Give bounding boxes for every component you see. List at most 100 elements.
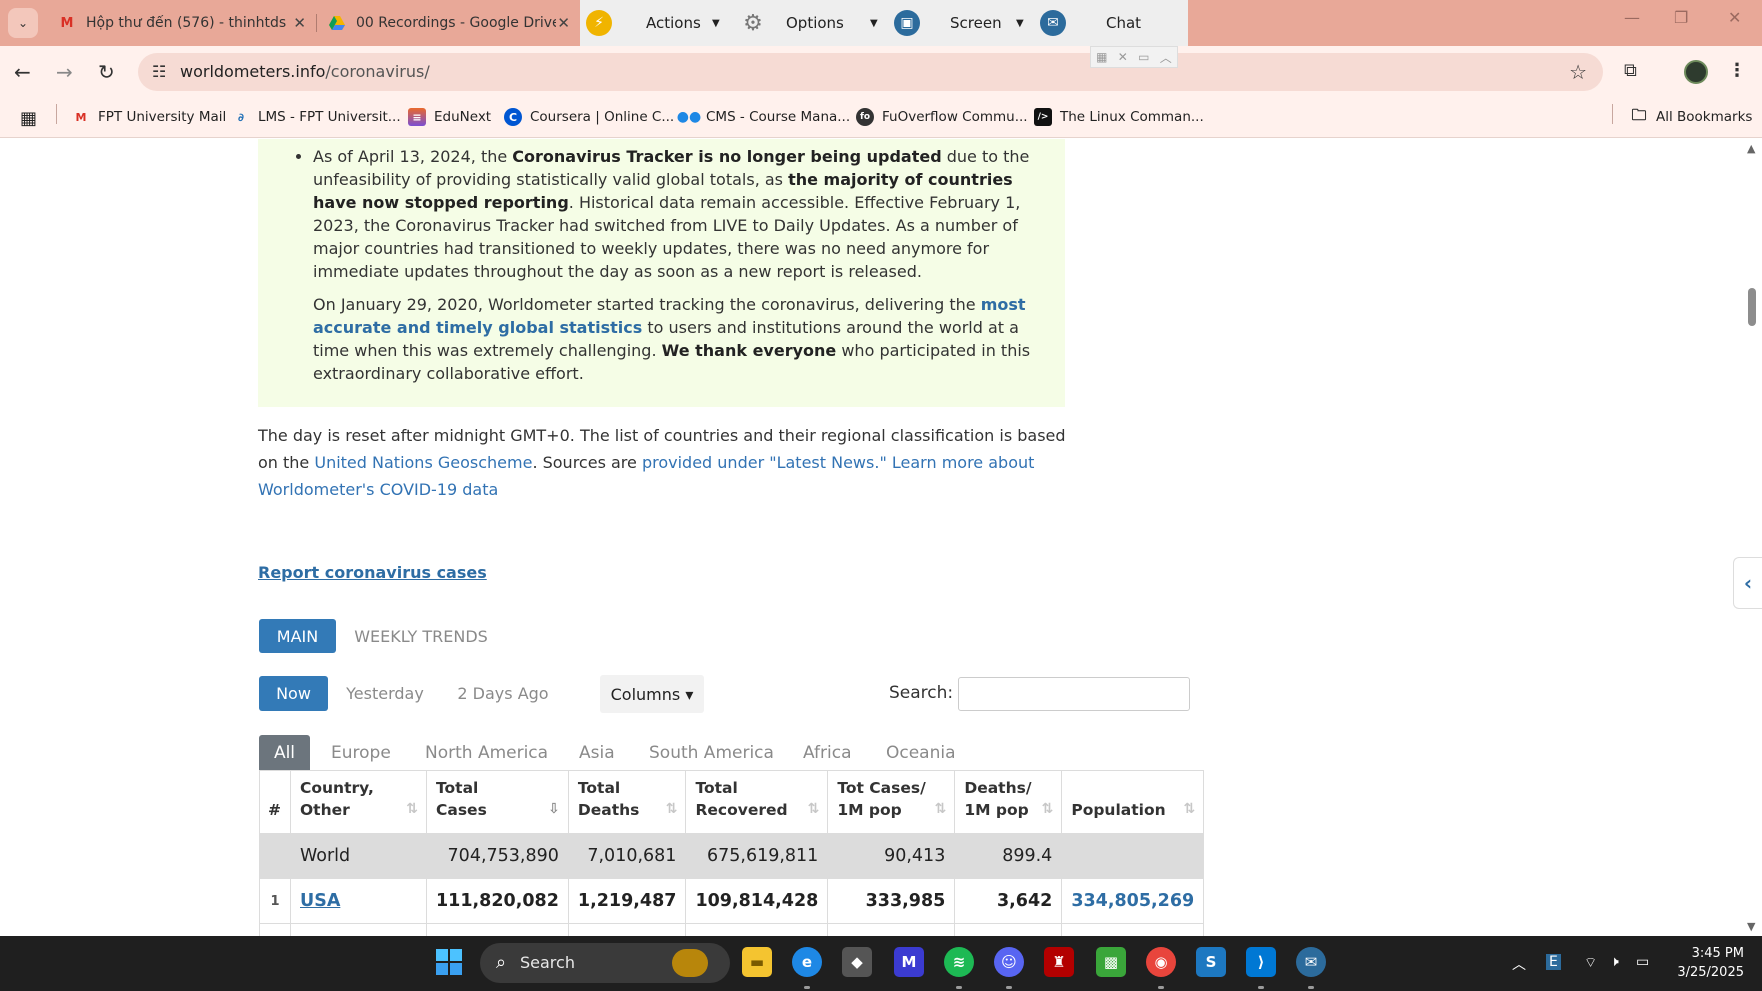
minimize-icon[interactable]: — bbox=[1624, 8, 1640, 27]
remote-desktop-icon[interactable]: ✉ bbox=[1296, 947, 1326, 977]
close-tab-icon[interactable]: ✕ bbox=[293, 14, 306, 32]
header-total-deaths[interactable]: Total Deaths ⇅ bbox=[567, 770, 687, 834]
battery-icon[interactable]: ▭ bbox=[1636, 954, 1649, 970]
region-tab-asia[interactable]: Asia bbox=[579, 735, 615, 771]
bookmark-fpt-mail[interactable]: M FPT University Mail bbox=[72, 108, 227, 126]
tab-yesterday[interactable]: Yesterday bbox=[338, 676, 432, 711]
all-bookmarks-folder[interactable]: 🗀 All Bookmarks bbox=[1630, 106, 1752, 126]
taskbar-clock[interactable]: 3:45 PM 3/25/2025 bbox=[1662, 944, 1744, 982]
reload-icon[interactable]: ↻ bbox=[98, 60, 115, 84]
region-tab-all[interactable]: All bbox=[259, 735, 310, 771]
bookmark-cms[interactable]: ●● CMS - Course Mana... bbox=[677, 108, 850, 126]
monitor-icon[interactable]: ▭ bbox=[1138, 50, 1149, 64]
back-arrow-icon[interactable]: ← bbox=[14, 60, 31, 84]
region-tab-africa[interactable]: Africa bbox=[803, 735, 852, 771]
taskbar-search[interactable]: ⌕ Search bbox=[480, 943, 730, 983]
tab-search-button[interactable]: ⌄ bbox=[8, 8, 38, 38]
windows-start-icon[interactable] bbox=[434, 947, 464, 977]
forward-arrow-icon[interactable]: → bbox=[56, 60, 73, 84]
tab-2-days-ago[interactable]: 2 Days Ago bbox=[446, 676, 560, 711]
bookmark-lms[interactable]: ∂ LMS - FPT Universit... bbox=[232, 108, 401, 126]
unity-icon[interactable]: ◆ bbox=[842, 947, 872, 977]
cell-population[interactable]: 334,805,269 bbox=[1061, 878, 1205, 924]
region-tab-north-america[interactable]: North America bbox=[425, 735, 548, 771]
wifi-icon[interactable]: ⌔ bbox=[1584, 954, 1597, 972]
close-window-icon[interactable]: ✕ bbox=[1728, 8, 1741, 27]
volume-muted-icon[interactable]: 🕨 bbox=[1610, 954, 1619, 970]
apps-grid-icon[interactable]: ▦ bbox=[20, 108, 37, 129]
spotify-icon[interactable]: ≋ bbox=[944, 947, 974, 977]
options-menu[interactable]: ⚙ Options ▼ bbox=[740, 0, 894, 46]
tray-app-icon[interactable]: E bbox=[1546, 954, 1561, 970]
tab-google-drive[interactable]: 00 Recordings - Google Drive ✕ bbox=[318, 6, 580, 40]
tab-main[interactable]: MAIN bbox=[259, 619, 336, 653]
scroll-down-arrow-icon[interactable]: ▼ bbox=[1747, 920, 1755, 933]
app-s-icon[interactable]: S bbox=[1196, 947, 1226, 977]
country-link[interactable]: USA bbox=[300, 891, 340, 911]
header-population[interactable]: Population ⇅ bbox=[1061, 770, 1205, 834]
columns-dropdown[interactable]: Columns ▾ bbox=[600, 675, 704, 713]
table-search-input[interactable] bbox=[958, 677, 1190, 711]
address-bar[interactable]: ☷ worldometers.info/coronavirus/ ☆ bbox=[138, 53, 1603, 91]
bookmark-fuoverflow[interactable]: fo FuOverflow Commu... bbox=[856, 108, 1028, 126]
cell-total-deaths: 7,010,681 bbox=[567, 833, 687, 879]
browser-menu-icon[interactable]: ⋮ bbox=[1728, 60, 1746, 81]
dropdown-arrow-icon: ▼ bbox=[870, 17, 878, 29]
collapse-icon[interactable]: ✕ bbox=[1118, 50, 1128, 64]
tab-weekly-trends[interactable]: WEEKLY TRENDS bbox=[346, 619, 496, 653]
site-settings-icon[interactable]: ☷ bbox=[152, 62, 166, 81]
vscode-icon[interactable]: ⟩ bbox=[1246, 947, 1276, 977]
chevron-left-icon: ‹ bbox=[1743, 571, 1753, 595]
page-scrollbar[interactable] bbox=[1744, 139, 1762, 936]
header-rank[interactable]: # bbox=[259, 770, 291, 834]
screen-menu[interactable]: ▣ Screen ▼ bbox=[894, 0, 1040, 46]
edge-browser-icon[interactable]: e bbox=[792, 947, 822, 977]
actions-menu[interactable]: ⚡ Actions ▼ bbox=[580, 0, 740, 46]
extensions-puzzle-icon[interactable]: ⧉ bbox=[1624, 60, 1637, 81]
coursera-icon: C bbox=[504, 108, 522, 126]
discord-icon[interactable]: ☺ bbox=[994, 947, 1024, 977]
app-m-icon[interactable]: M bbox=[894, 947, 924, 977]
table-row bbox=[259, 923, 1205, 936]
browser-tab-strip: ⌄ M Hộp thư đến (576) - thinhtdse1 ✕ 00 … bbox=[0, 0, 1762, 46]
profile-avatar[interactable] bbox=[1684, 60, 1708, 84]
chevron-down-icon: ⌄ bbox=[17, 16, 29, 30]
bookmark-coursera[interactable]: C Coursera | Online C... bbox=[504, 108, 674, 126]
screen-icon: ▣ bbox=[894, 10, 920, 36]
bookmark-linux-command[interactable]: /> The Linux Comman... bbox=[1034, 108, 1204, 126]
header-cases-per-1m[interactable]: Tot Cases/1M pop ⇅ bbox=[827, 770, 956, 834]
region-tab-europe[interactable]: Europe bbox=[331, 735, 391, 771]
table-row: 1 USA 111,820,082 1,219,487 109,814,428 … bbox=[259, 878, 1205, 924]
region-tab-oceania[interactable]: Oceania bbox=[886, 735, 956, 771]
latest-news-link[interactable]: provided under "Latest News." bbox=[642, 453, 887, 472]
url-text[interactable]: worldometers.info/coronavirus/ bbox=[180, 62, 430, 81]
game-app-icon[interactable]: ♜ bbox=[1044, 947, 1074, 977]
table-row-world: World 704,753,890 7,010,681 675,619,811 … bbox=[259, 833, 1205, 879]
header-country[interactable]: Country, Other ⇅ bbox=[290, 770, 427, 834]
tray-chevron-up-icon[interactable]: ︿ bbox=[1512, 954, 1526, 974]
header-deaths-per-1m[interactable]: Deaths/1M pop ⇅ bbox=[954, 770, 1063, 834]
side-panel-toggle[interactable]: ‹ bbox=[1733, 557, 1762, 609]
header-total-recovered[interactable]: Total Recovered ⇅ bbox=[685, 770, 829, 834]
scrollbar-thumb[interactable] bbox=[1748, 288, 1756, 326]
cell-total-cases: 704,753,890 bbox=[426, 833, 569, 879]
chevron-up-icon[interactable]: ︿ bbox=[1160, 49, 1172, 66]
file-explorer-icon[interactable]: ▬ bbox=[742, 947, 772, 977]
header-total-cases[interactable]: Total Cases ⇩ bbox=[426, 770, 569, 834]
tab-gmail[interactable]: M Hộp thư đến (576) - thinhtdse1 ✕ bbox=[48, 6, 316, 40]
sort-icon: ⇅ bbox=[807, 801, 820, 817]
restore-icon[interactable]: ❐ bbox=[1674, 8, 1688, 27]
scroll-up-arrow-icon[interactable]: ▲ bbox=[1747, 142, 1755, 155]
cell-country: World bbox=[290, 833, 427, 879]
tab-now[interactable]: Now bbox=[259, 676, 328, 711]
close-tab-icon[interactable]: ✕ bbox=[557, 14, 570, 32]
chrome-icon[interactable]: ◉ bbox=[1146, 947, 1176, 977]
chat-button[interactable]: ✉ Chat bbox=[1040, 0, 1188, 46]
grid-icon[interactable]: ▦ bbox=[1096, 50, 1107, 64]
minecraft-icon[interactable]: ▩ bbox=[1096, 947, 1126, 977]
region-tab-south-america[interactable]: South America bbox=[649, 735, 774, 771]
un-geoscheme-link[interactable]: United Nations Geoscheme bbox=[314, 453, 532, 472]
bookmark-star-icon[interactable]: ☆ bbox=[1569, 60, 1587, 84]
report-cases-link[interactable]: Report coronavirus cases bbox=[258, 563, 487, 582]
bookmark-edunext[interactable]: ≡ EduNext bbox=[408, 108, 491, 126]
